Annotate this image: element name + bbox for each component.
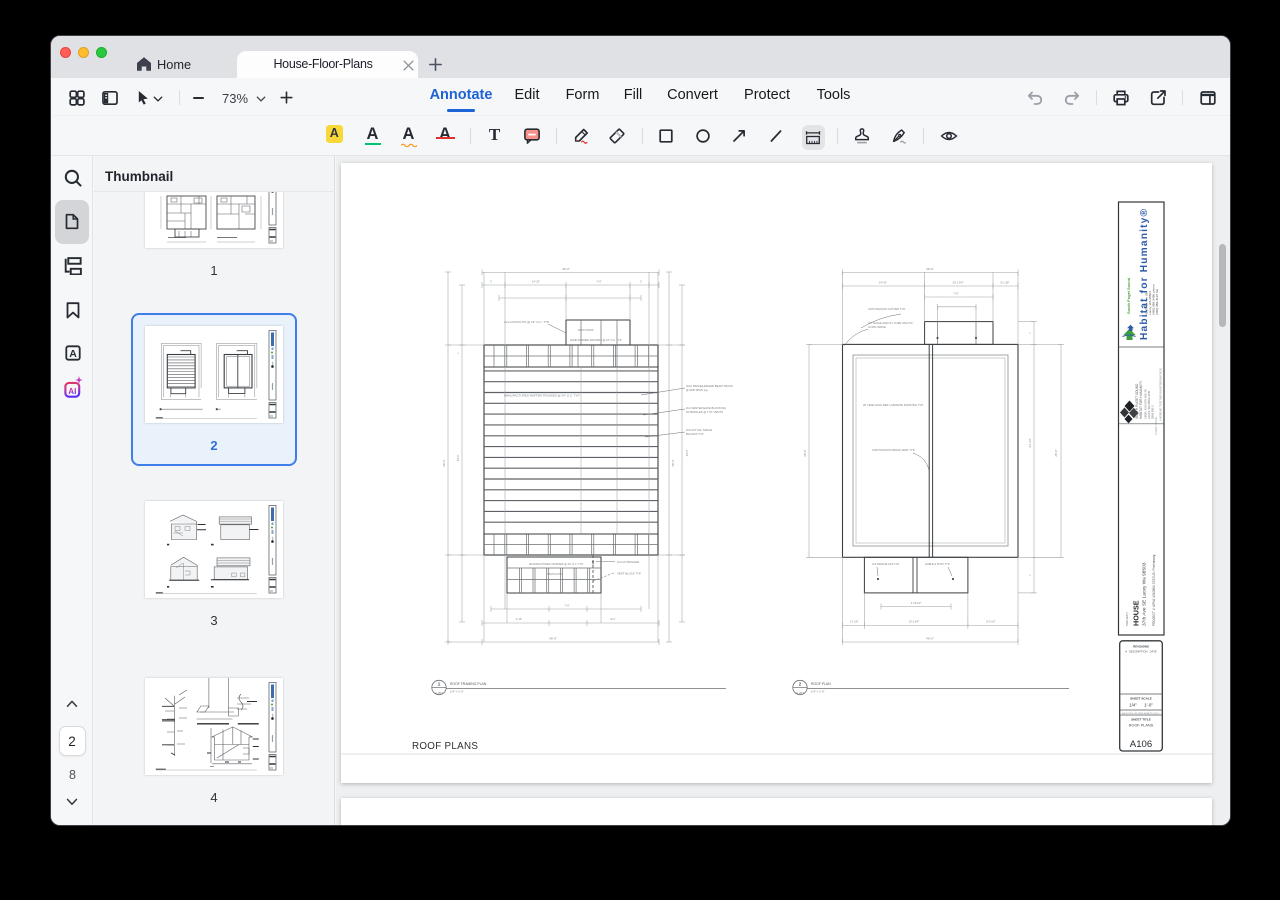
svg-text:Habitat for Humanity®: Habitat for Humanity® (1139, 209, 1150, 340)
svg-text:20 YEAR HIGH DEF LAMINATE ROOF: 20 YEAR HIGH DEF LAMINATE ROOFING TYP. (863, 403, 924, 407)
svg-text:24′-0″: 24′-0″ (685, 450, 689, 457)
svg-text:ROOF PLAN: ROOF PLAN (811, 682, 831, 686)
svg-text:2′: 2′ (1030, 332, 1032, 334)
svg-text:10′-1 3/4″: 10′-1 3/4″ (953, 281, 964, 285)
svg-text:4′-10″: 4′-10″ (516, 618, 522, 621)
svg-text:4′-1 1/4″: 4′-1 1/4″ (1028, 438, 1032, 448)
svg-text:CONTINUOUS RIDGE VENT TYP.: CONTINUOUS RIDGE VENT TYP. (872, 448, 915, 452)
svg-text:SHEET TITLE: SHEET TITLE (1131, 718, 1151, 722)
svg-text:SHEET SCALE: SHEET SCALE (1130, 697, 1152, 701)
svg-text:BLOCKS TYP.: BLOCKS TYP. (686, 432, 704, 436)
svg-text:2′: 2′ (490, 281, 492, 284)
svg-text:PATIO ROOF: PATIO ROOF (578, 328, 594, 332)
svg-text:40′-0″: 40′-0″ (926, 637, 934, 641)
svg-text:2x4 LOOKOUTS @ 24″ O.C. TYP.: 2x4 LOOKOUTS @ 24″ O.C. TYP. (504, 320, 550, 324)
svg-text:PROJECT #: APN# 4210864 S: PROJECT #: APN# 4210864 STATUS: Prelimin… (1152, 554, 1156, 626)
svg-text:4′-10 1/2″: 4′-10 1/2″ (911, 602, 922, 605)
svg-text:A106: A106 (1130, 739, 1152, 750)
svg-text:28′-0″: 28′-0″ (442, 459, 446, 466)
svg-text:A-201: A-201 (435, 691, 443, 695)
svg-text:AS NOTED ON DWG SHEETS U.N.O.: AS NOTED ON DWG SHEETS U.N.O. (1122, 712, 1160, 715)
svg-text:2: 2 (799, 682, 802, 687)
svg-text:ROOF PLANS: ROOF PLANS (412, 741, 478, 752)
svg-text:# DESCRIPTION DATE: # DESCRIPTION DATE (1125, 650, 1157, 654)
svg-text:7′-6″: 7′-6″ (565, 605, 570, 608)
svg-text:CONTINUOUS GUTTER TYP.: CONTINUOUS GUTTER TYP. (868, 307, 906, 311)
svg-text:VENT BLOCK TYP.: VENT BLOCK TYP. (617, 572, 641, 576)
svg-text:CLIENT: HOUSE: CLIENT: HOUSE (1155, 417, 1158, 435)
svg-text:28′-0″: 28′-0″ (1054, 449, 1058, 456)
svg-text:24′-0″: 24′-0″ (456, 455, 460, 462)
svg-text:1/4″ 1′-0″: 1/4″ 1′-0″ (1129, 703, 1153, 708)
svg-text:8′-1″: 8′-1″ (611, 618, 616, 621)
svg-text:A WORKING TOGETHER IN PARTNERS: A WORKING TOGETHER IN PARTNERSHIP BLDG (1160, 368, 1163, 421)
svg-text:1/4″ = 1′-0″: 1/4″ = 1′-0″ (811, 690, 825, 694)
svg-text:7′-6″: 7′-6″ (954, 293, 959, 296)
svg-text:2x4 OUTRIGGER: 2x4 OUTRIGGER (617, 560, 639, 564)
svg-text:LIVING SPACE: LIVING SPACE (868, 325, 886, 329)
svg-text:W/ BAFFLES @ TYP. VENTS: W/ BAFFLES @ TYP. VENTS (686, 410, 723, 414)
svg-text:1/4″ = 1′-0″: 1/4″ = 1′-0″ (450, 690, 464, 694)
svg-text:HOUSE: HOUSE (1132, 600, 1141, 626)
svg-text:REVISIONS: REVISIONS (1133, 645, 1149, 649)
svg-text:40′-0″: 40′-0″ (926, 267, 934, 271)
svg-text:GABLE & POST TYP.: GABLE & POST TYP. (925, 562, 950, 566)
svg-text:2′: 2′ (458, 352, 460, 354)
svg-text:ADDR: 4210 6TH AVE SE: ADDR: 4210 6TH AVE SE (1144, 389, 1148, 419)
svg-text:36′-0″: 36′-0″ (562, 267, 570, 271)
svg-text:OPEN 2x4 PAT.: OPEN 2x4 PAT. (547, 573, 563, 576)
svg-text:14′-10″: 14′-10″ (532, 280, 540, 284)
svg-text:A-201: A-201 (796, 691, 804, 695)
svg-text:2x4 RAKE BLOCK TYP.: 2x4 RAKE BLOCK TYP. (872, 562, 900, 566)
svg-text:(360) 956-3: (360) 956-3 (1150, 405, 1154, 419)
svg-text:5′-1 3/8″: 5′-1 3/8″ (1001, 282, 1010, 285)
svg-text:South Puget Sound: South Puget Sound (1126, 277, 1131, 314)
svg-text:PROJECT:: PROJECT: (1125, 611, 1129, 626)
svg-text:ROOF PLANS: ROOF PLANS (1129, 724, 1154, 728)
svg-text:8′-5 1/2″: 8′-5 1/2″ (986, 621, 995, 624)
svg-text:28′-0″: 28′-0″ (803, 449, 807, 456)
svg-text:MANUFACTURED TRUSSES @ 24″ O.C: MANUFACTURED TRUSSES @ 24″ O.C. TYP. (529, 562, 584, 566)
svg-text:13′-3 3/4″: 13′-3 3/4″ (909, 621, 920, 624)
svg-text:LACEY, WA 98503-1049: LACEY, WA 98503-1049 (1147, 390, 1151, 419)
svg-text:7′-6″: 7′-6″ (596, 280, 601, 284)
svg-text:1: 1 (438, 682, 441, 687)
svg-text:AI: AI (68, 387, 76, 396)
svg-text:28′-0″: 28′-0″ (671, 459, 675, 466)
svg-text:@ MID SPAN typ.: @ MID SPAN typ. (686, 388, 708, 392)
svg-text:1′-1 1/8″: 1′-1 1/8″ (850, 622, 859, 624)
svg-text:A: A (69, 347, 77, 359)
svg-text:HABITAT FOR HUMANITY: HABITAT FOR HUMANITY (1139, 380, 1143, 419)
svg-text:ROOF FRAMING PLAN: ROOF FRAMING PLAN (450, 682, 487, 686)
svg-text:14′-10″: 14′-10″ (879, 281, 887, 285)
svg-text:37th Ave SE Lacey Wa 98503: 37th Ave SE Lacey Wa 98503 (1142, 562, 1148, 626)
svg-text:2′: 2′ (1030, 574, 1032, 576)
svg-text:MANUFACTURED RAFTER TRUSSES @: MANUFACTURED RAFTER TRUSSES @ 24″ O.C. T… (504, 394, 580, 398)
svg-text:HAND FRAMED RAFTERS @ 24″ O.C.: HAND FRAMED RAFTERS @ 24″ O.C. TYP. (570, 338, 622, 342)
svg-text:2′: 2′ (640, 281, 642, 284)
svg-text:3/4″ EAGLE AND PLY OVER VAULTS: 3/4″ EAGLE AND PLY OVER VAULTS / (868, 321, 914, 325)
svg-text:36′-0″: 36′-0″ (549, 637, 557, 641)
svg-text:(360) 956-3197 fax: (360) 956-3197 fax (1155, 288, 1159, 315)
